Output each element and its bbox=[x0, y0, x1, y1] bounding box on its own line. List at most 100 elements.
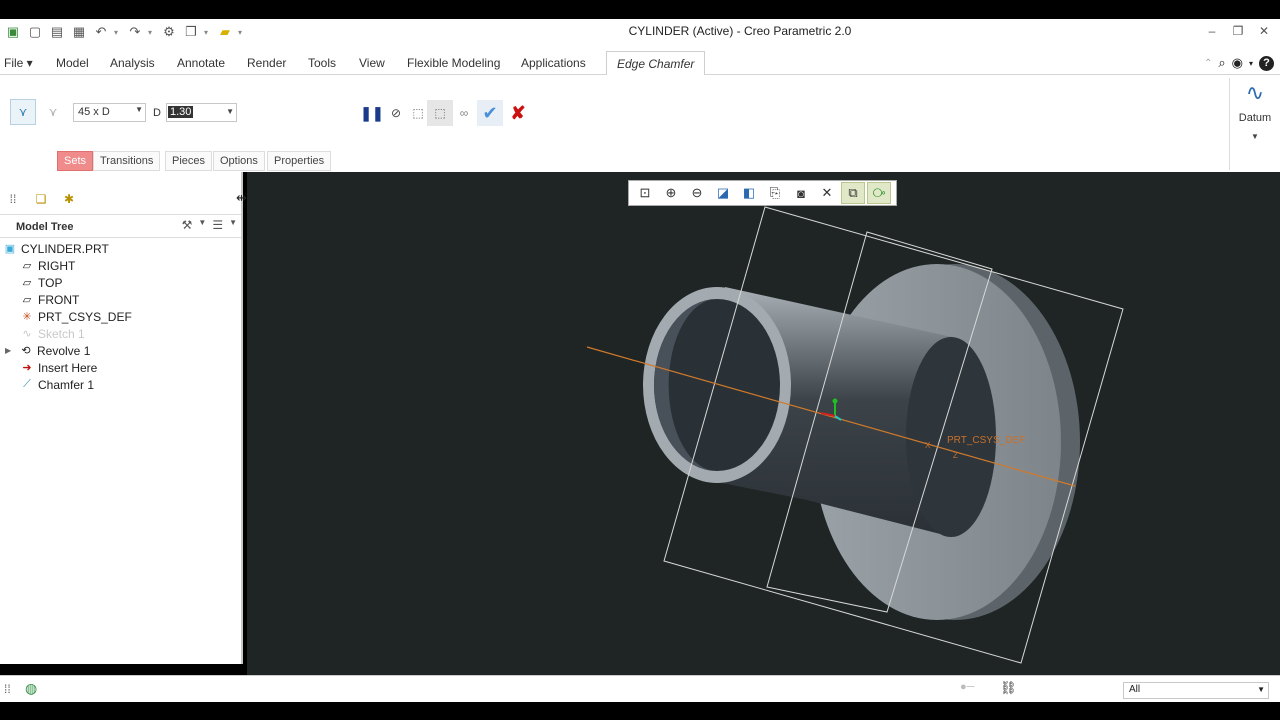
tab-flexible-modeling[interactable]: Flexible Modeling bbox=[407, 56, 500, 70]
tree-item-chamfer-1[interactable]: ⟋ Chamfer 1 bbox=[20, 376, 94, 393]
tab-view[interactable]: View bbox=[359, 56, 385, 70]
model-tree-tab-icon[interactable]: ⁞⁞ bbox=[4, 190, 22, 208]
datum-group[interactable]: ∿ Datum ▼ bbox=[1229, 78, 1280, 170]
zoom-in-icon[interactable]: ⊕ bbox=[659, 182, 683, 204]
tree-settings-icon[interactable]: ⚒ bbox=[182, 218, 193, 232]
csys-y-tip bbox=[832, 398, 838, 404]
graphics-viewport[interactable]: PRT_CSYS_DEF Z X ⊡ ⊕ ⊖ ◪ ◧ ⎘ ◙ ✕ ⧉ ⧂ bbox=[247, 172, 1280, 675]
model-tree-panel: ⁞⁞ ❏ ✱ Model Tree ⚒ ▼ ☰ ▼ ▣ CYLINDER.PRT… bbox=[0, 172, 243, 664]
folder-icon[interactable]: ▰ bbox=[216, 23, 234, 41]
regenerate-icon[interactable]: ⚙ bbox=[160, 23, 178, 41]
open-icon[interactable]: ▤ bbox=[48, 23, 66, 41]
chevron-down-icon[interactable]: ▼ bbox=[226, 107, 234, 116]
navigator-toggle-icon[interactable]: ⁞⁞ bbox=[4, 682, 11, 696]
spin-center-icon[interactable]: ⧂ bbox=[867, 182, 891, 204]
zoom-out-icon[interactable]: ⊖ bbox=[685, 182, 709, 204]
favorites-tab-icon[interactable]: ✱ bbox=[60, 190, 78, 208]
tree-item-sketch-1[interactable]: ∿ Sketch 1 bbox=[20, 325, 85, 342]
top-black-bar bbox=[0, 0, 1280, 19]
tree-item-insert-here[interactable]: ➜ Insert Here bbox=[20, 359, 97, 376]
close-icon[interactable]: ✕ bbox=[1256, 23, 1272, 39]
tree-item-front[interactable]: ▱ FRONT bbox=[20, 291, 80, 308]
datum-display-icon[interactable]: ✕ bbox=[815, 182, 839, 204]
tree-item-prt-csys-def[interactable]: ✳ PRT_CSYS_DEF bbox=[20, 308, 131, 325]
cancel-x-icon[interactable]: ✘ bbox=[505, 100, 531, 126]
tree-item-label: Sketch 1 bbox=[38, 326, 85, 341]
menu-file[interactable]: File ▾ bbox=[4, 56, 33, 70]
restore-icon[interactable]: ❐ bbox=[1230, 23, 1246, 39]
tree-item-cylinder-prt[interactable]: ▣ CYLINDER.PRT bbox=[3, 240, 109, 257]
tab-model[interactable]: Model bbox=[56, 56, 89, 70]
tab-render[interactable]: Render bbox=[247, 56, 286, 70]
layers-tab-icon[interactable]: ❏ bbox=[32, 190, 50, 208]
help-icon[interactable]: ? bbox=[1259, 55, 1274, 71]
surface-chamfer-icon[interactable]: ⋎ bbox=[40, 99, 66, 125]
d-value-input[interactable]: 1.30 ▼ bbox=[166, 103, 237, 122]
tab-applications[interactable]: Applications bbox=[521, 56, 586, 70]
menu-right-tools: ⌃ ⌕ ◉ ▾ ? bbox=[1204, 55, 1274, 71]
minimize-icon[interactable]: – bbox=[1204, 23, 1220, 39]
selection-filter-select[interactable]: All ▼ bbox=[1123, 682, 1269, 699]
tree-item-right[interactable]: ▱ RIGHT bbox=[20, 257, 76, 274]
pause-icon[interactable]: ❚❚ bbox=[359, 100, 385, 126]
community-dropdown-icon[interactable]: ▾ bbox=[1249, 59, 1253, 68]
save-icon[interactable]: ▦ bbox=[70, 23, 88, 41]
model-tree-title: Model Tree bbox=[16, 221, 74, 233]
verify-icon[interactable]: ⬚ bbox=[427, 100, 453, 126]
customize-icon[interactable]: ▾ bbox=[238, 28, 246, 37]
model-tree-tools: ⚒ ▼ ☰ ▼ bbox=[182, 218, 237, 232]
new-icon[interactable]: ▢ bbox=[26, 23, 44, 41]
refit-icon[interactable]: ⊡ bbox=[633, 182, 657, 204]
chamfer-icon: ⟋ bbox=[23, 378, 31, 390]
annotation-display-icon[interactable]: ⧉ bbox=[841, 182, 865, 204]
datum-icon: ∿ bbox=[1245, 80, 1265, 105]
verify-mode-icon[interactable]: ∞ bbox=[451, 100, 477, 126]
expand-arrow-icon[interactable]: ▶ bbox=[5, 346, 15, 355]
window-controls: – ❐ ✕ bbox=[1204, 23, 1272, 39]
undo-dropdown-icon[interactable]: ▾ bbox=[114, 28, 122, 37]
filter-value: All bbox=[1129, 684, 1141, 695]
subtab-sets[interactable]: Sets bbox=[57, 151, 94, 171]
tree-item-top[interactable]: ▱ TOP bbox=[20, 274, 63, 291]
saved-orientations-icon[interactable]: ⎘ bbox=[763, 182, 787, 204]
redo-icon[interactable]: ↷ bbox=[126, 23, 144, 41]
tab-analysis[interactable]: Analysis bbox=[110, 56, 155, 70]
display-style-icon[interactable]: ◧ bbox=[737, 182, 761, 204]
title-bar: ▣ ▢ ▤ ▦ ↶ ▾ ↷ ▾ ⚙ ❐ ▾ ▰ ▾ CYLINDER (Active)… bbox=[0, 19, 1280, 51]
windows-icon[interactable]: ❐ bbox=[182, 23, 200, 41]
minimize-ribbon-icon[interactable]: ⌃ bbox=[1204, 58, 1212, 69]
d-label: D bbox=[153, 107, 161, 119]
datum-label: Datum bbox=[1238, 112, 1272, 124]
repaint-icon[interactable]: ◪ bbox=[711, 182, 735, 204]
redo-dropdown-icon[interactable]: ▾ bbox=[148, 28, 156, 37]
tab-annotate[interactable]: Annotate bbox=[177, 56, 225, 70]
browser-toggle-icon[interactable]: ◍ bbox=[25, 680, 37, 697]
subtab-options[interactable]: Options bbox=[213, 151, 265, 171]
panel-resize-handle[interactable]: ⇹ bbox=[236, 190, 247, 206]
subtab-transitions[interactable]: Transitions bbox=[93, 151, 161, 171]
tree-show-dropdown-icon[interactable]: ▼ bbox=[229, 218, 237, 232]
selection-filter-icon[interactable]: ⛓ bbox=[1000, 680, 1017, 696]
tree-show-icon[interactable]: ☰ bbox=[212, 218, 223, 232]
app-icon[interactable]: ▣ bbox=[4, 23, 22, 41]
accept-check-icon[interactable]: ✔ bbox=[477, 100, 503, 126]
windows-dropdown-icon[interactable]: ▾ bbox=[204, 28, 212, 37]
tab-tools[interactable]: Tools bbox=[308, 56, 336, 70]
subtab-pieces[interactable]: Pieces bbox=[165, 151, 213, 171]
datum-plane-icon: ▱ bbox=[22, 294, 32, 306]
tree-item-revolve-1[interactable]: ▶ ⟲ Revolve 1 bbox=[5, 342, 90, 359]
model-canvas[interactable]: PRT_CSYS_DEF Z X bbox=[247, 172, 1280, 675]
tab-edge-chamfer[interactable]: Edge Chamfer bbox=[606, 51, 706, 76]
subtab-properties[interactable]: Properties bbox=[267, 151, 332, 171]
solid-chamfer-icon[interactable]: ⋎ bbox=[10, 99, 36, 125]
community-icon[interactable]: ◉ bbox=[1232, 55, 1243, 71]
chamfer-scheme-select[interactable]: 45 x D ▼ bbox=[73, 103, 146, 122]
search-icon[interactable]: ⌕ bbox=[1218, 55, 1225, 71]
tree-item-label: RIGHT bbox=[38, 258, 76, 273]
undo-icon[interactable]: ↶ bbox=[92, 23, 110, 41]
view-manager-icon[interactable]: ◙ bbox=[789, 182, 813, 204]
model-tree-header: Model Tree ⚒ ▼ ☰ ▼ bbox=[0, 214, 241, 238]
tree-settings-dropdown-icon[interactable]: ▼ bbox=[198, 218, 206, 232]
status-bar: ⁞⁞ ◍ ●─ ⛓ All ▼ bbox=[0, 675, 1280, 702]
axis-z-label: Z bbox=[953, 451, 958, 460]
